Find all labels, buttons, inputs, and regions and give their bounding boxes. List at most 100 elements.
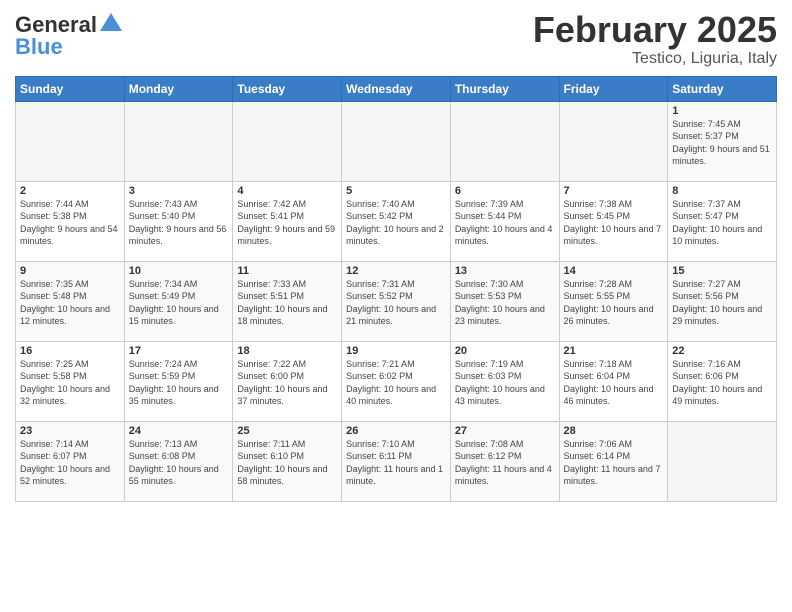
day-number: 19 [346, 345, 446, 357]
day-number: 22 [672, 345, 772, 357]
day-info: Sunrise: 7:16 AM Sunset: 6:06 PM Dayligh… [672, 358, 772, 408]
day-number: 8 [672, 185, 772, 197]
calendar-cell: 25Sunrise: 7:11 AM Sunset: 6:10 PM Dayli… [233, 421, 342, 501]
title-block: February 2025 Testico, Liguria, Italy [533, 10, 777, 68]
day-info: Sunrise: 7:45 AM Sunset: 5:37 PM Dayligh… [672, 118, 772, 168]
calendar-cell: 12Sunrise: 7:31 AM Sunset: 5:52 PM Dayli… [342, 261, 451, 341]
calendar-cell: 6Sunrise: 7:39 AM Sunset: 5:44 PM Daylig… [450, 181, 559, 261]
day-number: 21 [564, 345, 664, 357]
calendar-cell: 22Sunrise: 7:16 AM Sunset: 6:06 PM Dayli… [668, 341, 777, 421]
calendar-cell: 16Sunrise: 7:25 AM Sunset: 5:58 PM Dayli… [16, 341, 125, 421]
calendar-cell: 9Sunrise: 7:35 AM Sunset: 5:48 PM Daylig… [16, 261, 125, 341]
col-monday: Monday [124, 76, 233, 101]
calendar-cell: 4Sunrise: 7:42 AM Sunset: 5:41 PM Daylig… [233, 181, 342, 261]
day-number: 14 [564, 265, 664, 277]
day-info: Sunrise: 7:21 AM Sunset: 6:02 PM Dayligh… [346, 358, 446, 408]
col-tuesday: Tuesday [233, 76, 342, 101]
day-info: Sunrise: 7:40 AM Sunset: 5:42 PM Dayligh… [346, 198, 446, 248]
day-number: 27 [455, 425, 555, 437]
day-number: 16 [20, 345, 120, 357]
calendar-week-3: 9Sunrise: 7:35 AM Sunset: 5:48 PM Daylig… [16, 261, 777, 341]
calendar-cell: 2Sunrise: 7:44 AM Sunset: 5:38 PM Daylig… [16, 181, 125, 261]
calendar-cell: 24Sunrise: 7:13 AM Sunset: 6:08 PM Dayli… [124, 421, 233, 501]
day-info: Sunrise: 7:22 AM Sunset: 6:00 PM Dayligh… [237, 358, 337, 408]
day-number: 7 [564, 185, 664, 197]
calendar-cell: 23Sunrise: 7:14 AM Sunset: 6:07 PM Dayli… [16, 421, 125, 501]
calendar-cell: 17Sunrise: 7:24 AM Sunset: 5:59 PM Dayli… [124, 341, 233, 421]
day-info: Sunrise: 7:35 AM Sunset: 5:48 PM Dayligh… [20, 278, 120, 328]
calendar-cell [124, 101, 233, 181]
calendar-cell: 21Sunrise: 7:18 AM Sunset: 6:04 PM Dayli… [559, 341, 668, 421]
logo-blue: Blue [15, 36, 63, 58]
logo-bottom: Blue [15, 36, 122, 58]
day-info: Sunrise: 7:24 AM Sunset: 5:59 PM Dayligh… [129, 358, 229, 408]
logo: General Blue [15, 10, 122, 58]
calendar-cell: 26Sunrise: 7:10 AM Sunset: 6:11 PM Dayli… [342, 421, 451, 501]
day-number: 17 [129, 345, 229, 357]
col-sunday: Sunday [16, 76, 125, 101]
logo-general: General [15, 14, 97, 36]
day-info: Sunrise: 7:13 AM Sunset: 6:08 PM Dayligh… [129, 438, 229, 488]
header: General Blue February 2025 Testico, Ligu… [15, 10, 777, 68]
col-friday: Friday [559, 76, 668, 101]
calendar-cell: 18Sunrise: 7:22 AM Sunset: 6:00 PM Dayli… [233, 341, 342, 421]
page-container: General Blue February 2025 Testico, Ligu… [0, 0, 792, 512]
day-number: 26 [346, 425, 446, 437]
calendar-cell [233, 101, 342, 181]
day-info: Sunrise: 7:27 AM Sunset: 5:56 PM Dayligh… [672, 278, 772, 328]
calendar-week-4: 16Sunrise: 7:25 AM Sunset: 5:58 PM Dayli… [16, 341, 777, 421]
day-number: 11 [237, 265, 337, 277]
col-saturday: Saturday [668, 76, 777, 101]
day-number: 23 [20, 425, 120, 437]
calendar-cell: 15Sunrise: 7:27 AM Sunset: 5:56 PM Dayli… [668, 261, 777, 341]
day-number: 15 [672, 265, 772, 277]
month-title: February 2025 [533, 10, 777, 50]
logo-icon [100, 13, 122, 31]
day-number: 12 [346, 265, 446, 277]
day-info: Sunrise: 7:33 AM Sunset: 5:51 PM Dayligh… [237, 278, 337, 328]
calendar-cell: 1Sunrise: 7:45 AM Sunset: 5:37 PM Daylig… [668, 101, 777, 181]
day-info: Sunrise: 7:44 AM Sunset: 5:38 PM Dayligh… [20, 198, 120, 248]
day-number: 5 [346, 185, 446, 197]
calendar-cell: 10Sunrise: 7:34 AM Sunset: 5:49 PM Dayli… [124, 261, 233, 341]
day-number: 20 [455, 345, 555, 357]
day-number: 10 [129, 265, 229, 277]
day-number: 3 [129, 185, 229, 197]
calendar-table: Sunday Monday Tuesday Wednesday Thursday… [15, 76, 777, 502]
day-info: Sunrise: 7:39 AM Sunset: 5:44 PM Dayligh… [455, 198, 555, 248]
day-info: Sunrise: 7:34 AM Sunset: 5:49 PM Dayligh… [129, 278, 229, 328]
calendar-cell: 14Sunrise: 7:28 AM Sunset: 5:55 PM Dayli… [559, 261, 668, 341]
day-info: Sunrise: 7:30 AM Sunset: 5:53 PM Dayligh… [455, 278, 555, 328]
calendar-cell: 27Sunrise: 7:08 AM Sunset: 6:12 PM Dayli… [450, 421, 559, 501]
calendar-cell: 28Sunrise: 7:06 AM Sunset: 6:14 PM Dayli… [559, 421, 668, 501]
day-number: 1 [672, 105, 772, 117]
header-row: Sunday Monday Tuesday Wednesday Thursday… [16, 76, 777, 101]
calendar-cell: 19Sunrise: 7:21 AM Sunset: 6:02 PM Dayli… [342, 341, 451, 421]
calendar-week-2: 2Sunrise: 7:44 AM Sunset: 5:38 PM Daylig… [16, 181, 777, 261]
location: Testico, Liguria, Italy [533, 50, 777, 68]
day-info: Sunrise: 7:10 AM Sunset: 6:11 PM Dayligh… [346, 438, 446, 488]
logo-top: General [15, 14, 122, 36]
day-number: 25 [237, 425, 337, 437]
day-info: Sunrise: 7:14 AM Sunset: 6:07 PM Dayligh… [20, 438, 120, 488]
day-info: Sunrise: 7:38 AM Sunset: 5:45 PM Dayligh… [564, 198, 664, 248]
calendar-body: 1Sunrise: 7:45 AM Sunset: 5:37 PM Daylig… [16, 101, 777, 501]
day-info: Sunrise: 7:28 AM Sunset: 5:55 PM Dayligh… [564, 278, 664, 328]
day-number: 6 [455, 185, 555, 197]
day-number: 18 [237, 345, 337, 357]
day-info: Sunrise: 7:31 AM Sunset: 5:52 PM Dayligh… [346, 278, 446, 328]
calendar-cell [342, 101, 451, 181]
day-number: 13 [455, 265, 555, 277]
day-number: 4 [237, 185, 337, 197]
col-thursday: Thursday [450, 76, 559, 101]
calendar-cell: 13Sunrise: 7:30 AM Sunset: 5:53 PM Dayli… [450, 261, 559, 341]
day-info: Sunrise: 7:11 AM Sunset: 6:10 PM Dayligh… [237, 438, 337, 488]
calendar-cell [559, 101, 668, 181]
day-info: Sunrise: 7:43 AM Sunset: 5:40 PM Dayligh… [129, 198, 229, 248]
calendar-cell [450, 101, 559, 181]
day-info: Sunrise: 7:08 AM Sunset: 6:12 PM Dayligh… [455, 438, 555, 488]
day-info: Sunrise: 7:37 AM Sunset: 5:47 PM Dayligh… [672, 198, 772, 248]
calendar-cell: 3Sunrise: 7:43 AM Sunset: 5:40 PM Daylig… [124, 181, 233, 261]
calendar-cell: 8Sunrise: 7:37 AM Sunset: 5:47 PM Daylig… [668, 181, 777, 261]
day-number: 28 [564, 425, 664, 437]
